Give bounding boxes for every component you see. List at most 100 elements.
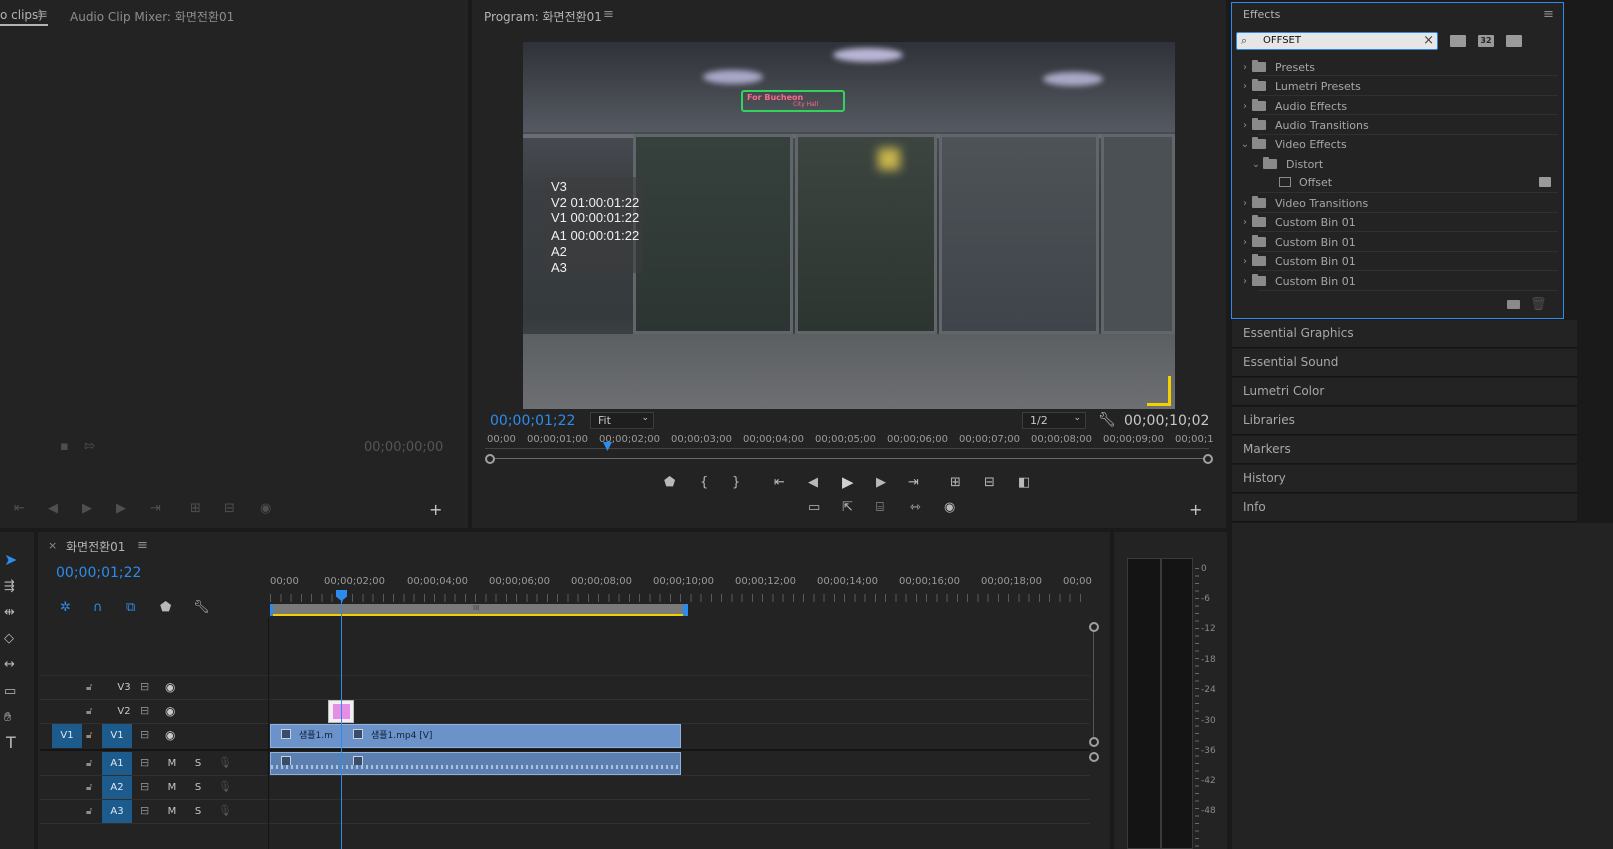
mark-in-icon[interactable]: { — [700, 476, 708, 490]
track-name-v2[interactable]: V2 — [112, 706, 136, 717]
chevron-right-icon[interactable]: › — [1238, 101, 1252, 112]
work-area-start-handle[interactable] — [270, 604, 273, 616]
slip-tool-icon[interactable]: ↔ — [4, 658, 15, 672]
timeline-ruler[interactable]: 00;00 00;00;02;00 00;00;04;00 00;00;06;0… — [270, 574, 1092, 618]
audio-clip-a1[interactable] — [270, 752, 681, 775]
mute-button[interactable]: M — [166, 782, 178, 793]
pen-tool-icon[interactable]: ▭ — [4, 685, 16, 699]
new-custom-bin-icon[interactable] — [1507, 300, 1520, 309]
lift-icon[interactable]: ⊞ — [950, 476, 961, 490]
track-select-tool-icon[interactable]: ⇶ — [4, 580, 15, 594]
microphone-icon[interactable]: 🎙︎ — [218, 804, 232, 818]
program-time-ruler[interactable]: 00;00 00;00;01;00 00;00;02;00 00;00;03;0… — [485, 434, 1215, 464]
tree-item-lumetri-presets[interactable]: › Lumetri Presets — [1238, 76, 1568, 96]
sequence-tab[interactable]: 화면전환01 — [66, 538, 125, 555]
panel-menu-icon[interactable]: ≡ — [603, 8, 614, 22]
32bit-effects-icon[interactable]: 32 — [1478, 35, 1494, 47]
mark-out-icon[interactable]: } — [732, 476, 740, 490]
chevron-right-icon[interactable]: › — [1238, 62, 1252, 73]
chevron-right-icon[interactable]: › — [1238, 217, 1252, 228]
selection-tool-icon[interactable]: ➤ — [4, 552, 17, 568]
step-back-icon[interactable]: ◀ — [808, 476, 818, 490]
lock-icon[interactable]: 🔓︎ — [86, 681, 92, 695]
track-name-v1[interactable]: V1 — [102, 724, 132, 748]
audio-clip-mixer-tab[interactable]: Audio Clip Mixer: 화면전환01 — [70, 8, 234, 25]
comparison-view-icon[interactable]: ◧ — [1018, 476, 1030, 490]
chevron-right-icon[interactable]: › — [1238, 256, 1252, 267]
tree-item-custom-bin[interactable]: › Custom Bin 01 — [1238, 251, 1568, 271]
step-forward-icon[interactable]: ▶ — [116, 502, 126, 516]
resolution-select[interactable]: 1/2 ⌄ — [1022, 412, 1086, 429]
hand-tool-icon[interactable]: ✋︎ — [4, 711, 11, 725]
clear-search-icon[interactable]: × — [1423, 33, 1434, 48]
chevron-right-icon[interactable]: › — [1238, 120, 1252, 131]
sync-lock-icon[interactable]: ⊟ — [140, 704, 149, 718]
play-icon[interactable]: ▶ — [82, 502, 92, 516]
safe-margins-icon[interactable]: ▭ — [808, 501, 820, 515]
source-patch-v1[interactable]: V1 — [52, 724, 82, 748]
effects-title[interactable]: Effects — [1243, 8, 1280, 21]
export-frame-icon[interactable]: ◉ — [260, 502, 271, 516]
zoom-handle-left[interactable] — [485, 454, 495, 464]
panel-lumetri-color[interactable]: Lumetri Color — [1232, 378, 1577, 406]
yuv-effects-icon[interactable] — [1506, 35, 1522, 47]
lock-icon[interactable]: 🔓︎ — [86, 781, 92, 795]
step-forward-icon[interactable]: ▶ — [876, 476, 886, 490]
play-icon[interactable]: ▶ — [842, 475, 854, 490]
mark-icon[interactable]: ▪ — [60, 440, 69, 454]
solo-button[interactable]: S — [192, 806, 204, 817]
tree-item-offset[interactable]: Offset — [1279, 172, 1559, 192]
wrench-icon[interactable]: 🔧︎ — [1098, 413, 1116, 427]
type-tool-icon[interactable]: T — [6, 735, 16, 751]
extract-icon[interactable]: ⊟ — [984, 476, 995, 490]
lock-icon[interactable]: 🔓︎ — [86, 729, 92, 743]
snap-icon[interactable]: ∩ — [93, 601, 103, 615]
track-name-v3[interactable]: V3 — [112, 682, 136, 693]
add-button-icon[interactable]: + — [429, 502, 442, 518]
playhead-marker[interactable] — [603, 442, 612, 451]
sync-lock-icon[interactable]: ⊟ — [140, 780, 149, 794]
vr-video-icon[interactable]: ⌸ — [876, 501, 884, 515]
vertical-scroll-handle[interactable] — [1089, 622, 1099, 632]
eye-icon[interactable]: ◉ — [165, 704, 175, 718]
zoom-bar[interactable] — [491, 458, 1209, 459]
track-name-a1[interactable]: A1 — [102, 752, 132, 776]
panel-essential-sound[interactable]: Essential Sound — [1232, 349, 1577, 377]
chevron-down-icon[interactable]: ⌄ — [1249, 159, 1263, 170]
overwrite-clip-icon[interactable]: ⊟ — [224, 502, 235, 516]
close-sequence-icon[interactable]: × — [48, 539, 57, 552]
chevron-right-icon[interactable]: › — [1238, 198, 1252, 209]
panel-markers[interactable]: Markers — [1232, 436, 1577, 464]
panel-history[interactable]: History — [1232, 465, 1577, 493]
sync-lock-icon[interactable]: ⊟ — [140, 680, 149, 694]
panel-essential-graphics[interactable]: Essential Graphics — [1232, 320, 1577, 348]
lock-icon[interactable]: 🔓︎ — [86, 757, 92, 771]
vertical-scroll-track[interactable] — [1093, 632, 1094, 737]
sync-lock-icon[interactable]: ⊟ — [140, 804, 149, 818]
add-marker-icon[interactable]: ⬟ — [160, 601, 171, 615]
fit-select[interactable]: Fit ⌄ — [590, 412, 654, 429]
eye-icon[interactable]: ◉ — [165, 680, 175, 694]
chevron-right-icon[interactable]: › — [1238, 276, 1252, 287]
tree-item-custom-bin[interactable]: › Custom Bin 01 — [1238, 212, 1568, 232]
accelerated-effects-icon[interactable] — [1450, 35, 1466, 47]
vertical-scroll-handle[interactable] — [1089, 737, 1099, 747]
nest-icon[interactable]: ✲ — [60, 601, 71, 615]
microphone-icon[interactable]: 🎙︎ — [218, 756, 232, 770]
work-area-end-handle[interactable] — [683, 604, 688, 616]
effects-search-field[interactable]: ⌕ OFFSET × — [1236, 32, 1438, 50]
button-editor-icon[interactable]: ⇿ — [910, 501, 921, 515]
go-to-in-icon[interactable]: ⇤ — [14, 502, 25, 516]
panel-info[interactable]: Info — [1232, 494, 1577, 522]
program-title[interactable]: Program: 화면전환01 — [484, 8, 602, 25]
chevron-right-icon[interactable]: › — [1238, 237, 1252, 248]
mute-button[interactable]: M — [166, 758, 178, 769]
chevron-down-icon[interactable]: ⌄ — [1238, 139, 1252, 150]
export-frame-icon[interactable]: ◉ — [944, 501, 955, 515]
go-to-in-icon[interactable]: ⇤ — [774, 476, 785, 490]
search-input[interactable]: OFFSET — [1263, 35, 1301, 46]
solo-button[interactable]: S — [192, 782, 204, 793]
solo-button[interactable]: S — [192, 758, 204, 769]
panel-menu-icon[interactable]: ≡ — [1543, 8, 1554, 22]
add-button-icon[interactable]: + — [1189, 502, 1202, 518]
